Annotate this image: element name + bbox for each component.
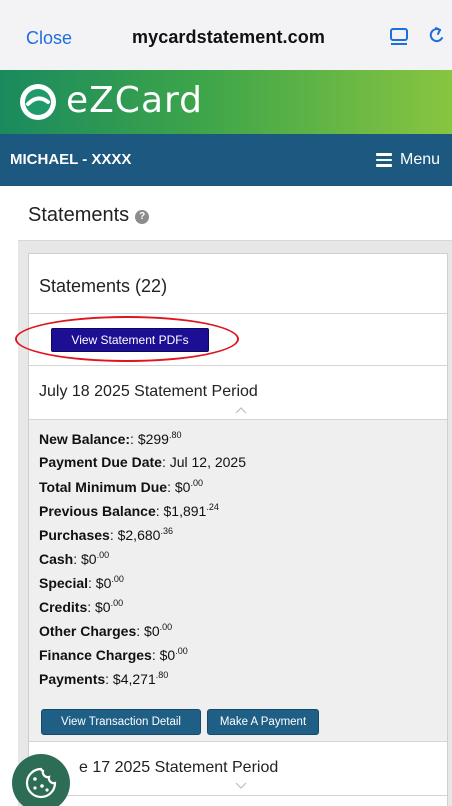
menu-button[interactable]: Menu (376, 148, 440, 172)
period-label: July 18 2025 Statement Period (39, 383, 258, 400)
statement-period-header[interactable]: e 17 2025 Statement Period (29, 742, 447, 796)
browser-toolbar: Close mycardstatement.com (0, 0, 452, 78)
reload-icon[interactable] (424, 25, 448, 49)
detail-previous-balance: Previous Balance: $1,891.24 (39, 502, 219, 519)
brand-name: eZCard (66, 80, 204, 121)
detail-total-minimum-due: Total Minimum Due: $0.00 (39, 478, 203, 495)
statements-panel: Statements (22) View Statement PDFs July… (15, 240, 452, 806)
view-transaction-detail-button[interactable]: View Transaction Detail (41, 709, 201, 735)
detail-special: Special: $0.00 (39, 574, 124, 591)
cookie-icon (25, 767, 57, 799)
hamburger-icon (376, 153, 394, 167)
menu-label: Menu (400, 151, 441, 168)
period-label: e 17 2025 Statement Period (79, 759, 279, 776)
account-name: MICHAEL - XXXX (10, 151, 132, 168)
detail-purchases: Purchases: $2,680.36 (39, 526, 173, 543)
tabs-icon[interactable] (388, 26, 410, 48)
cookie-settings-button[interactable] (12, 754, 70, 806)
statements-card: Statements (22) View Statement PDFs July… (15, 253, 448, 806)
make-a-payment-button[interactable]: Make A Payment (207, 709, 319, 735)
detail-other-charges: Other Charges: $0.00 (39, 622, 173, 639)
detail-finance-charges: Finance Charges: $0.00 (39, 646, 188, 663)
chevron-up-icon[interactable] (235, 406, 247, 414)
pdf-row: View Statement PDFs (15, 314, 447, 366)
view-statement-pdfs-button[interactable]: View Statement PDFs (51, 328, 209, 352)
statements-count-heading: Statements (22) (39, 276, 168, 296)
page-title: Statements (28, 204, 130, 226)
ezcard-logo-icon (20, 84, 56, 120)
detail-credits: Credits: $0.00 (39, 598, 124, 615)
statement-details: New Balance:: $299.80 Payment Due Date: … (29, 420, 447, 742)
close-button[interactable]: Close (26, 28, 72, 49)
page-title-row: Statements ? (28, 204, 150, 227)
card-heading: Statements (22) (29, 254, 447, 314)
detail-payment-due-date: Payment Due Date: Jul 12, 2025 (39, 454, 246, 470)
chevron-down-icon[interactable] (235, 782, 247, 790)
brand-header: eZCard (0, 70, 452, 134)
detail-payments: Payments: $4,271.80 (39, 670, 169, 687)
user-nav-bar: MICHAEL - XXXX Menu (0, 134, 452, 186)
statement-period-header[interactable]: July 18 2025 Statement Period (29, 366, 447, 420)
detail-cash: Cash: $0.00 (39, 550, 110, 567)
detail-new-balance: New Balance:: $299.80 (39, 430, 182, 447)
question-circle-icon[interactable]: ? (135, 210, 150, 224)
url-display[interactable]: mycardstatement.com (132, 27, 325, 48)
